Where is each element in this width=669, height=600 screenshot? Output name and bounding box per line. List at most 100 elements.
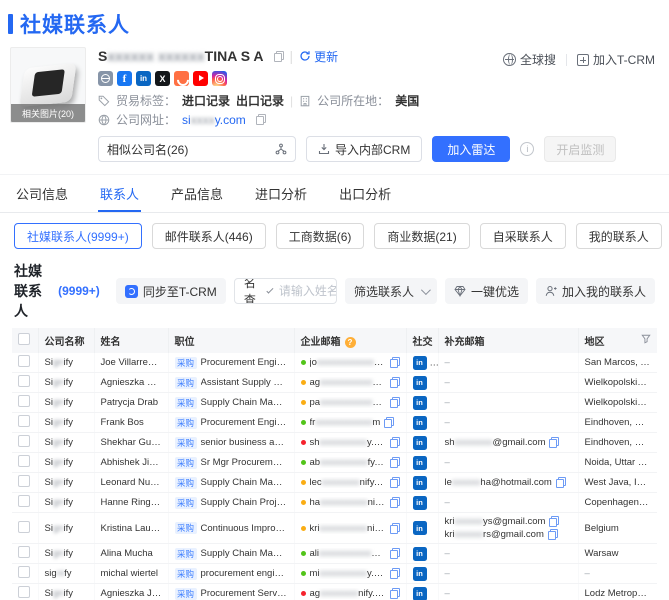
pill-2[interactable]: 工商数据(6) xyxy=(275,223,365,249)
row-checkbox[interactable] xyxy=(18,520,30,533)
linkedin-icon[interactable]: in xyxy=(412,495,427,510)
copy-email-icon[interactable] xyxy=(384,417,395,428)
pill-0[interactable]: 社媒联系人(9999+) xyxy=(14,223,142,249)
row-checkbox[interactable] xyxy=(18,586,30,598)
web-icon[interactable] xyxy=(98,71,113,86)
row-checkbox[interactable] xyxy=(18,375,30,387)
copy-website-icon[interactable] xyxy=(255,114,266,125)
row-checkbox[interactable] xyxy=(18,455,30,467)
youtube-icon[interactable] xyxy=(193,71,208,86)
row-checkbox[interactable] xyxy=(18,546,30,558)
tab-2[interactable]: 产品信息 xyxy=(169,175,225,212)
import-crm-button[interactable]: 导入内部CRM xyxy=(306,136,423,162)
global-search-link[interactable]: 全球搜 xyxy=(502,51,556,68)
linkedin-icon[interactable]: in xyxy=(412,546,427,561)
pill-5[interactable]: 我的联系人 xyxy=(575,223,662,249)
pill-1[interactable]: 邮件联系人(446) xyxy=(151,223,266,249)
sync-tcrm-button[interactable]: 同步至T-CRM xyxy=(115,278,226,304)
copy-email-icon[interactable] xyxy=(389,457,400,468)
pill-4[interactable]: 自采联系人 xyxy=(479,223,566,249)
row-checkbox[interactable] xyxy=(18,435,30,447)
row-checkbox[interactable] xyxy=(18,415,30,427)
info-icon[interactable]: i xyxy=(520,142,535,156)
add-my-contacts-button[interactable]: 加入我的联系人 xyxy=(535,278,655,304)
name-cell[interactable]: Agnieszka Janas xyxy=(94,583,169,600)
refresh-company-button[interactable]: 更新 xyxy=(299,48,338,65)
name-cell[interactable]: Joe Villarreal, MBA xyxy=(94,353,169,373)
copy-email-icon[interactable] xyxy=(389,548,400,559)
copy-email-icon[interactable] xyxy=(389,497,400,508)
select-all-checkbox[interactable] xyxy=(18,333,30,345)
copy-extra-email-icon[interactable] xyxy=(549,516,560,527)
email-help-icon[interactable]: ? xyxy=(344,337,356,348)
name-cell[interactable]: Agnieszka Mielniczuk xyxy=(94,372,169,393)
company-website-link[interactable]: si xxxx y.com xyxy=(182,113,246,127)
linkedin-icon[interactable]: in xyxy=(412,375,427,390)
linkedin-icon[interactable]: in xyxy=(412,395,427,410)
instagram-icon[interactable] xyxy=(212,71,227,86)
related-images-badge[interactable]: 相关图片(20) xyxy=(11,104,85,122)
extra-email-cell: – xyxy=(438,353,579,373)
enable-monitor-button[interactable]: 开启监测 xyxy=(544,136,617,162)
similar-companies-dropdown[interactable]: 相似公司名(26) xyxy=(98,136,296,162)
linkedin-icon[interactable] xyxy=(136,71,151,86)
pill-3[interactable]: 商业数据(21) xyxy=(374,223,470,249)
name-cell[interactable]: Kristina Lauwerys xyxy=(94,512,169,544)
import-records-link[interactable]: 进口记录 xyxy=(182,92,230,109)
linkedin-icon[interactable]: in xyxy=(412,475,427,490)
phone-icon[interactable] xyxy=(174,71,189,86)
name-cell[interactable]: Abhishek Jindal xyxy=(94,452,169,473)
name-cell[interactable]: Alina Mucha xyxy=(94,543,169,564)
row-checkbox[interactable] xyxy=(18,355,30,367)
copy-extra-email-icon[interactable] xyxy=(549,437,560,448)
linkedin-icon[interactable]: in xyxy=(412,435,427,450)
copy-email-icon[interactable] xyxy=(389,522,400,534)
filter-contacts-button[interactable]: 筛选联系人 xyxy=(344,278,437,304)
name-cell[interactable]: michal wiertel xyxy=(94,563,169,584)
copy-company-name-icon[interactable] xyxy=(273,50,284,62)
name-search-input[interactable] xyxy=(278,284,336,298)
row-checkbox[interactable] xyxy=(18,495,30,507)
add-radar-button[interactable]: 加入雷达 xyxy=(432,136,511,162)
row-checkbox[interactable] xyxy=(18,395,30,407)
region-filter-icon[interactable] xyxy=(641,334,651,347)
copy-email-icon[interactable] xyxy=(389,568,400,579)
linkedin-icon[interactable]: in xyxy=(412,415,427,430)
tab-1[interactable]: 联系人 xyxy=(98,175,142,212)
copy-extra-email-icon[interactable] xyxy=(555,477,566,488)
extra-email-cell: – xyxy=(438,452,579,473)
title-cell: 采购 procurement engineer xyxy=(168,563,295,584)
linkedin-icon[interactable]: in xyxy=(412,521,427,535)
copy-email-icon[interactable] xyxy=(389,357,400,368)
region-cell: Belgium xyxy=(578,512,657,544)
extra-email-cell: – xyxy=(438,412,579,433)
linkedin-icon[interactable]: in xyxy=(412,455,427,470)
header-checkbox-cell xyxy=(12,328,39,353)
name-query-dropdown[interactable]: 姓名查询 xyxy=(235,279,279,303)
name-cell[interactable]: Shekhar Gupta xyxy=(94,432,169,453)
row-checkbox[interactable] xyxy=(18,475,30,487)
copy-email-icon[interactable] xyxy=(389,377,400,388)
copy-email-icon[interactable] xyxy=(389,397,400,408)
company-image[interactable]: 相关图片(20) xyxy=(10,47,86,123)
copy-email-icon[interactable] xyxy=(389,588,400,599)
one-click-optimize-button[interactable]: 一键优选 xyxy=(444,278,528,304)
tab-3[interactable]: 进口分析 xyxy=(253,175,309,212)
copy-extra-email-icon[interactable] xyxy=(547,529,558,540)
name-cell[interactable]: Patrycja Drab xyxy=(94,392,169,413)
facebook-icon[interactable] xyxy=(117,71,132,86)
tab-4[interactable]: 出口分析 xyxy=(337,175,393,212)
linkedin-icon[interactable]: in xyxy=(412,586,427,600)
copy-email-icon[interactable] xyxy=(389,477,400,488)
tab-0[interactable]: 公司信息 xyxy=(14,175,70,212)
linkedin-icon[interactable]: in xyxy=(412,566,427,581)
export-records-link[interactable]: 出口记录 xyxy=(236,92,284,109)
name-cell[interactable]: Hanne Ringbo Maur... xyxy=(94,492,169,513)
row-checkbox[interactable] xyxy=(18,566,30,578)
name-cell[interactable]: Frank Bos xyxy=(94,412,169,433)
x-icon[interactable] xyxy=(155,71,170,86)
copy-email-icon[interactable] xyxy=(389,437,400,448)
name-cell[interactable]: Leonard Nugraha xyxy=(94,472,169,493)
linkedin-icon[interactable]: in xyxy=(412,355,427,370)
join-tcrm-link[interactable]: 加入T-CRM xyxy=(577,51,655,68)
